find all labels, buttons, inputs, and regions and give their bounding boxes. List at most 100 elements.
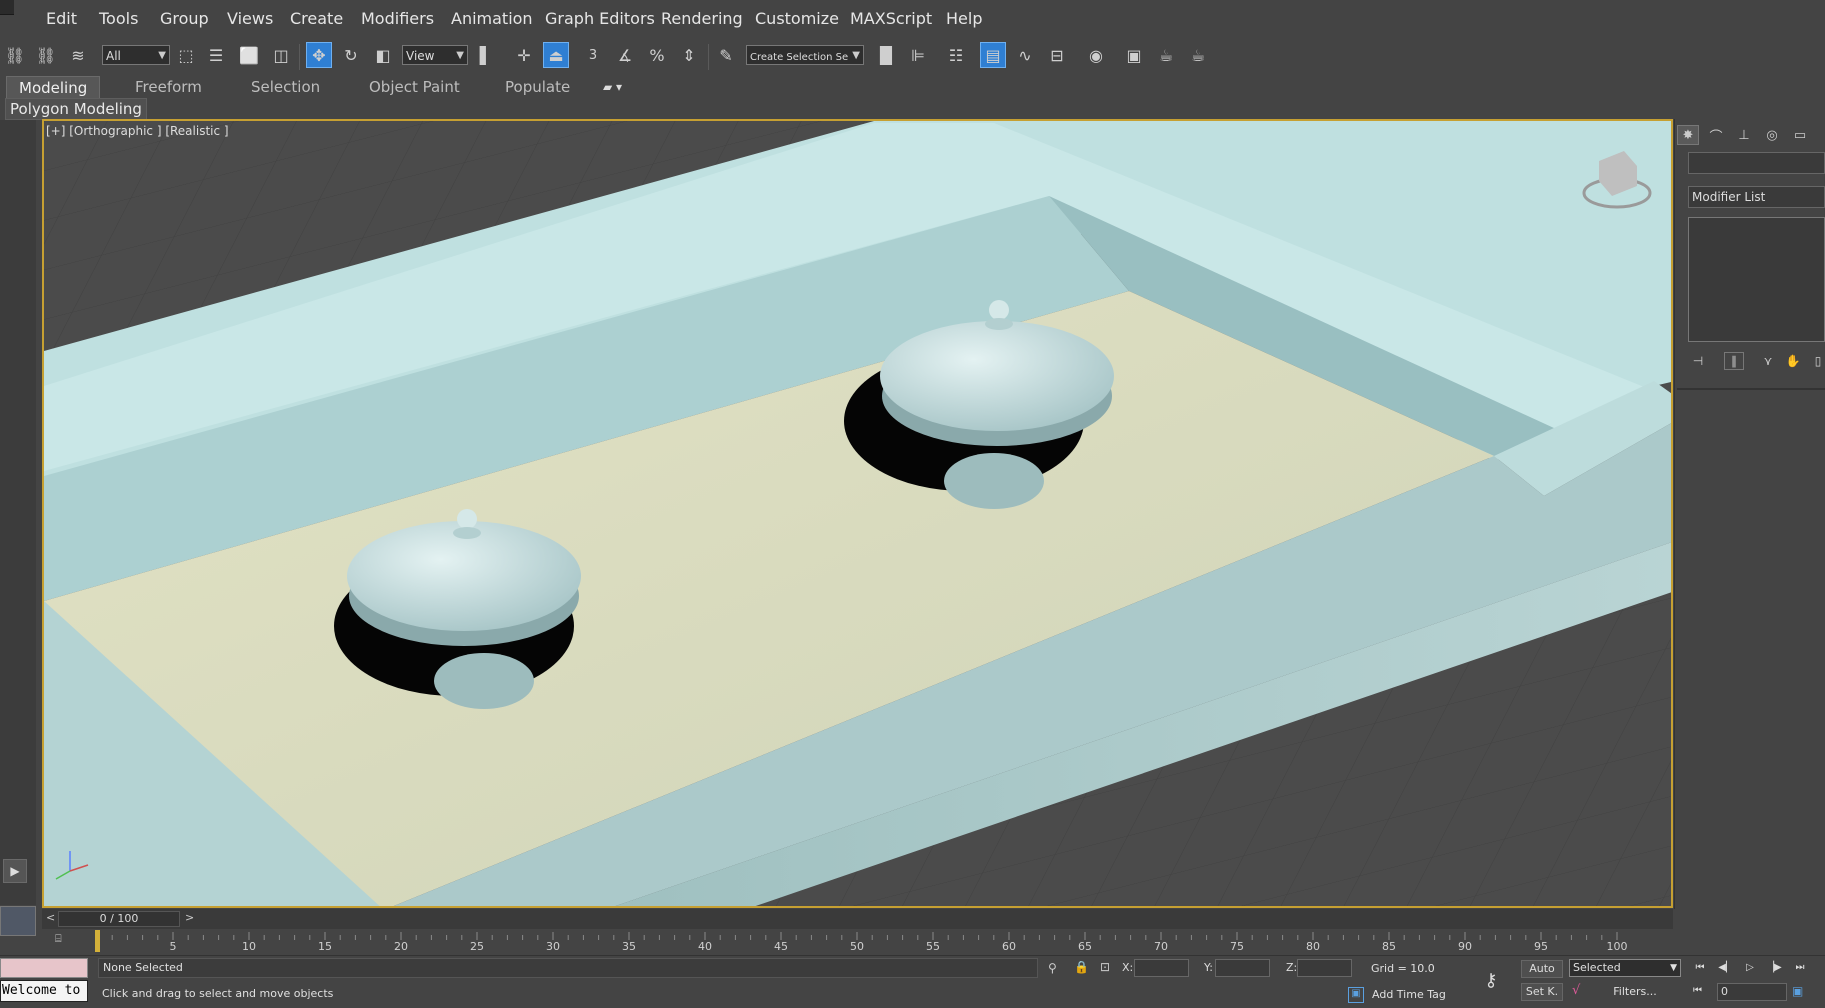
schematic-view-icon[interactable]: ⊟: [1044, 42, 1070, 68]
curve-icon[interactable]: √: [1572, 983, 1580, 998]
viewport-orthographic[interactable]: [42, 119, 1673, 908]
named-selection-dropdown[interactable]: Create Selection Se ▼: [746, 45, 864, 65]
current-frame-marker[interactable]: [95, 930, 100, 952]
make-unique-icon[interactable]: ⋎: [1758, 352, 1778, 370]
time-prev-icon[interactable]: <: [46, 911, 55, 924]
mini-listener-toggle[interactable]: [0, 906, 36, 936]
object-name-field[interactable]: [1688, 152, 1825, 174]
key-filter-dropdown[interactable]: Selected ▼: [1569, 959, 1681, 977]
expand-arrow-icon[interactable]: ▶: [3, 859, 27, 883]
track-bar-key-icon[interactable]: ⌸: [55, 932, 71, 948]
modifier-stack[interactable]: [1688, 217, 1825, 342]
menu-tools[interactable]: Tools: [99, 9, 138, 28]
track-bar-tick-label: 10: [242, 940, 256, 953]
time-next-icon[interactable]: >: [185, 911, 194, 924]
select-and-move-icon[interactable]: ✥: [306, 42, 332, 68]
z-coordinate-field[interactable]: [1297, 959, 1352, 977]
menu-rendering[interactable]: Rendering: [661, 9, 743, 28]
keyboard-shortcut-override-icon[interactable]: ⏏: [543, 42, 569, 68]
link-icon[interactable]: ⛓: [2, 42, 28, 68]
current-frame-field[interactable]: 0: [1717, 983, 1787, 1001]
set-key-button[interactable]: Set K.: [1521, 983, 1563, 1001]
menu-edit[interactable]: Edit: [46, 9, 77, 28]
menu-group[interactable]: Group: [160, 9, 209, 28]
key-filters-button[interactable]: Filters...: [1590, 983, 1680, 1001]
layer-explorer-icon[interactable]: ☷: [943, 42, 969, 68]
ribbon-options-icon[interactable]: ▰ ▾: [603, 76, 622, 98]
next-frame-icon[interactable]: ▕▶: [1764, 960, 1784, 976]
bind-space-warp-icon[interactable]: ≋: [65, 42, 91, 68]
modify-tab-icon[interactable]: ⌒: [1705, 125, 1727, 145]
render-setup-icon[interactable]: ▣: [1121, 42, 1147, 68]
pin-stack-icon[interactable]: ⊣: [1688, 352, 1708, 370]
motion-tab-icon[interactable]: ◎: [1761, 125, 1783, 145]
time-slider-handle[interactable]: 0 / 100: [58, 911, 180, 927]
y-coordinate-field[interactable]: [1215, 959, 1270, 977]
align-icon[interactable]: ⊫: [905, 42, 931, 68]
ref-coord-dropdown[interactable]: View ▼: [402, 45, 468, 65]
time-config-icon[interactable]: ▣: [1792, 984, 1803, 998]
previous-frame-icon[interactable]: ◀▏: [1716, 960, 1736, 976]
tab-selection[interactable]: Selection: [251, 76, 320, 98]
set-key-icon[interactable]: ⚷: [1473, 970, 1509, 994]
hierarchy-tab-icon[interactable]: ⊥: [1733, 125, 1755, 145]
viewport-label[interactable]: [+] [Orthographic ] [Realistic ]: [46, 124, 229, 138]
show-end-result-icon[interactable]: ∥: [1724, 352, 1744, 370]
menu-help[interactable]: Help: [946, 9, 982, 28]
curve-editor-icon[interactable]: ∿: [1012, 42, 1038, 68]
track-bar-tick-label: 50: [850, 940, 864, 953]
app-icon[interactable]: [0, 0, 14, 15]
remove-modifier-icon[interactable]: ✋: [1783, 352, 1803, 370]
menu-modifiers[interactable]: Modifiers: [361, 9, 434, 28]
play-icon[interactable]: ▷: [1740, 960, 1760, 976]
menu-animation[interactable]: Animation: [451, 9, 533, 28]
selection-filter-dropdown[interactable]: All ▼: [102, 45, 170, 65]
menu-graph-editors[interactable]: Graph Editors: [545, 9, 655, 28]
unlink-icon[interactable]: ⛓: [33, 42, 59, 68]
select-and-scale-icon[interactable]: ◧: [370, 42, 396, 68]
maxscript-listener-output[interactable]: [0, 958, 88, 978]
absolute-mode-icon[interactable]: ⊡: [1100, 960, 1110, 974]
create-tab-icon[interactable]: ✸: [1677, 125, 1699, 145]
select-object-icon[interactable]: ⬚: [173, 42, 199, 68]
render-teapot-icon[interactable]: ☕: [1185, 42, 1211, 68]
add-time-tag[interactable]: Add Time Tag: [1372, 988, 1446, 1001]
menu-customize[interactable]: Customize: [755, 9, 839, 28]
key-mode-icon[interactable]: ⏮: [1693, 985, 1702, 996]
tab-modeling[interactable]: Modeling: [6, 76, 101, 98]
x-coordinate-field[interactable]: [1134, 959, 1189, 977]
menu-create[interactable]: Create: [290, 9, 343, 28]
menu-views[interactable]: Views: [227, 9, 273, 28]
time-tag-icon[interactable]: ▣: [1348, 987, 1364, 1003]
select-by-name-icon[interactable]: ☰: [203, 42, 229, 68]
mirror-icon[interactable]: ▐▌: [873, 42, 899, 68]
display-tab-icon[interactable]: ▭: [1789, 125, 1811, 145]
rendered-frame-window-icon[interactable]: ☕: [1153, 42, 1179, 68]
configure-modifier-sets-icon[interactable]: ▯: [1808, 352, 1825, 370]
pivot-center-icon[interactable]: ▌: [473, 42, 499, 68]
go-to-start-icon[interactable]: ⏮: [1690, 960, 1710, 976]
angle-snap-icon[interactable]: ∡: [612, 42, 638, 68]
material-editor-icon[interactable]: ◉: [1083, 42, 1109, 68]
select-and-rotate-icon[interactable]: ↻: [338, 42, 364, 68]
percent-snap-icon[interactable]: %: [644, 42, 670, 68]
edit-named-selection-icon[interactable]: ✎: [713, 42, 739, 68]
tab-object-paint[interactable]: Object Paint: [369, 76, 460, 98]
lock-selection-icon[interactable]: 🔒: [1074, 960, 1089, 974]
tab-populate[interactable]: Populate: [505, 76, 570, 98]
tab-freeform[interactable]: Freeform: [135, 76, 202, 98]
modifier-list-dropdown[interactable]: Modifier List: [1688, 186, 1825, 208]
go-to-end-icon[interactable]: ⏭: [1790, 960, 1810, 976]
spinner-snap-icon[interactable]: ⇕: [676, 42, 702, 68]
menu-maxscript[interactable]: MAXScript: [850, 9, 932, 28]
snaps-toggle-icon[interactable]: 3: [580, 42, 606, 68]
window-crossing-icon[interactable]: ◫: [268, 42, 294, 68]
scene-explorer-icon[interactable]: ▤: [980, 42, 1006, 68]
polygon-modeling-panel[interactable]: Polygon Modeling: [5, 98, 147, 120]
auto-key-button[interactable]: Auto: [1521, 960, 1563, 978]
select-manipulate-icon[interactable]: ✛: [511, 42, 537, 68]
isolate-icon[interactable]: ⚲: [1048, 961, 1057, 975]
time-slider-track[interactable]: [42, 909, 1673, 929]
rect-selection-region-icon[interactable]: ⬜: [236, 42, 262, 68]
maxscript-mini-listener[interactable]: Welcome to: [0, 980, 88, 1002]
